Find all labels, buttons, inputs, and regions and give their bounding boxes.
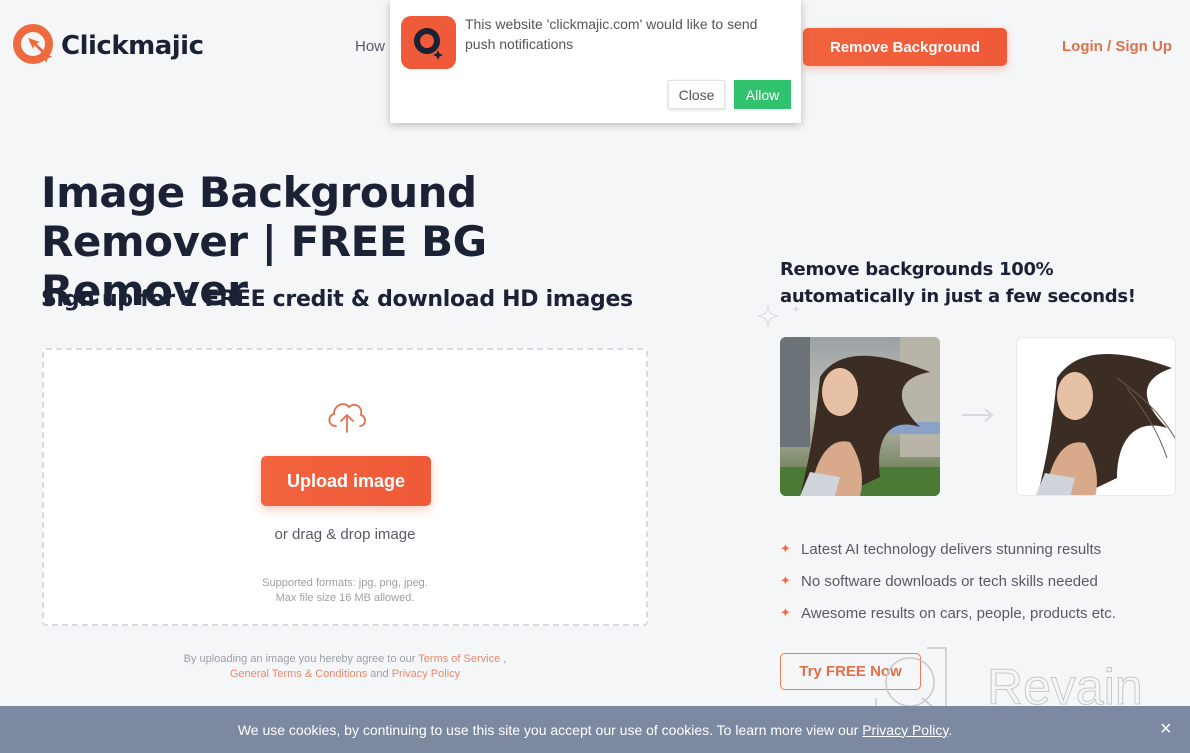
after-image [1016, 337, 1176, 496]
cookie-message: We use cookies, by continuing to use thi… [237, 721, 863, 738]
upload-dropzone[interactable]: Upload image or drag & drop image Suppor… [42, 348, 648, 626]
privacy-policy-link[interactable]: Privacy Policy [392, 668, 460, 680]
clickmajic-logo-icon [13, 24, 53, 64]
terms-of-service-link[interactable]: Terms of Service [418, 653, 500, 665]
push-close-button[interactable]: Close [668, 80, 725, 109]
agreement-sep: , [500, 653, 507, 665]
star-bullet-icon: ✦ [780, 605, 791, 620]
page-subtitle: Sign up for 1 FREE credit & download HD … [41, 287, 633, 312]
drag-drop-text: or drag & drop image [274, 526, 416, 543]
upload-image-button[interactable]: Upload image [261, 456, 431, 506]
agreement-and: and [367, 668, 392, 680]
push-allow-button[interactable]: Allow [734, 80, 791, 109]
feature-item: ✦ Awesome results on cars, people, produc… [780, 597, 1116, 629]
remove-background-button[interactable]: Remove Background [803, 28, 1007, 66]
push-message: This website 'clickmajic.com' would like… [465, 16, 758, 52]
site-icon [401, 16, 456, 69]
formats-line: Supported formats: jpg, png, jpeg. [262, 577, 428, 589]
cookie-privacy-link[interactable]: Privacy Policy [862, 722, 948, 738]
feature-list: ✦ Latest AI technology delivers stunning … [780, 533, 1116, 629]
cookie-suffix: . [948, 721, 953, 738]
supported-formats: Supported formats: jpg, png, jpeg. Max f… [44, 576, 646, 606]
feature-text: Awesome results on cars, people, product… [801, 604, 1116, 622]
feature-item: ✦ No software downloads or tech skills ne… [780, 565, 1116, 597]
star-bullet-icon: ✦ [780, 541, 791, 556]
woman-photo-before [780, 337, 940, 496]
feature-text: Latest AI technology delivers stunning r… [801, 540, 1102, 558]
feature-text: No software downloads or tech skills nee… [801, 572, 1098, 590]
woman-photo-after [1035, 354, 1175, 495]
star-bullet-icon: ✦ [780, 573, 791, 588]
try-free-now-button[interactable]: Try FREE Now [780, 653, 921, 690]
arrow-right-icon [962, 408, 994, 422]
feature-title: Remove backgrounds 100% automatically in… [780, 259, 1136, 307]
agreement-prefix: By uploading an image you hereby agree t… [183, 653, 419, 665]
cookie-text: We use cookies, by continuing to use thi… [238, 722, 952, 738]
general-terms-link[interactable]: General Terms & Conditions [230, 668, 367, 680]
logo-text: Clickmajic [61, 31, 204, 61]
close-icon[interactable]: × [1160, 718, 1172, 741]
logo[interactable]: Clickmajic [13, 22, 204, 70]
nav-how-link[interactable]: How [355, 38, 385, 55]
login-signup-link[interactable]: Login / Sign Up [1062, 38, 1172, 55]
before-image [780, 337, 940, 496]
cookie-banner: We use cookies, by continuing to use thi… [0, 706, 1190, 753]
sparkle-icon [757, 304, 800, 328]
max-size-line: Max file size 16 MB allowed. [275, 592, 415, 604]
clickmajic-app-icon [413, 27, 443, 60]
feature-item: ✦ Latest AI technology delivers stunning … [780, 533, 1116, 565]
cloud-upload-icon [328, 403, 366, 433]
upload-agreement: By uploading an image you hereby agree t… [150, 652, 540, 682]
